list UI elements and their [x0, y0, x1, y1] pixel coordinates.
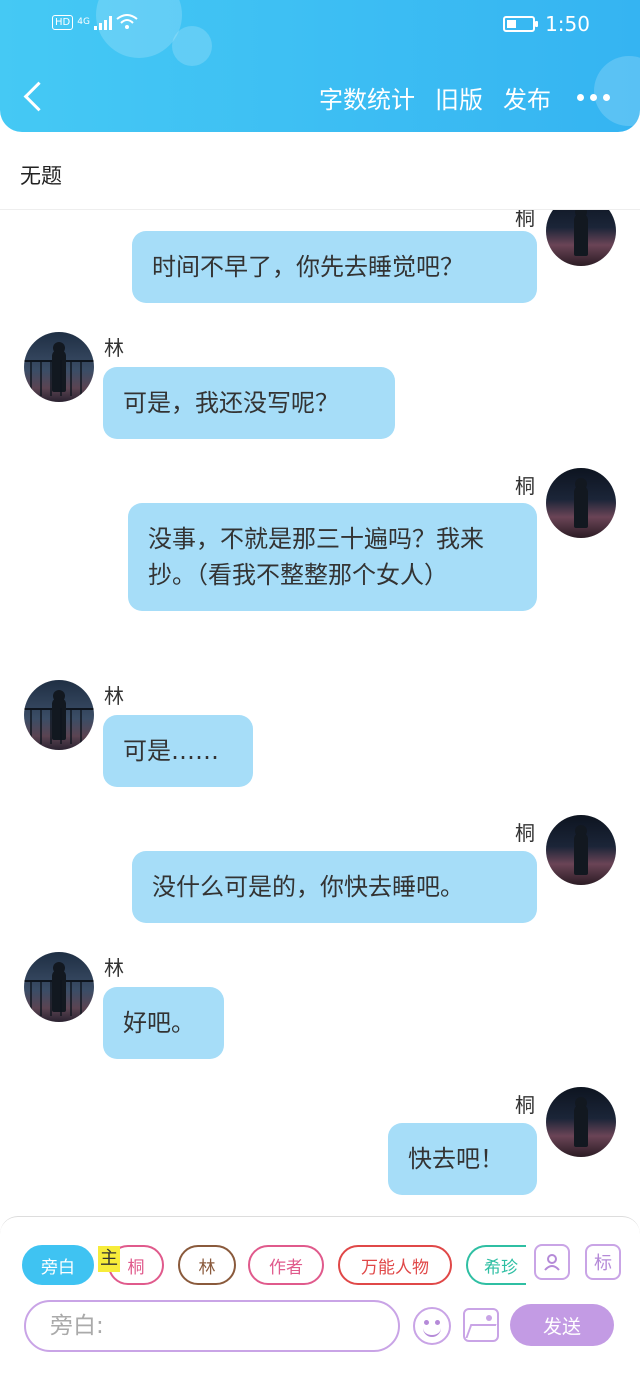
network-badge: HD — [52, 14, 74, 30]
status-bar: HD 4G 1:50 — [0, 8, 640, 40]
sender-name: 桐 — [515, 821, 535, 845]
more-icon[interactable] — [577, 94, 610, 101]
message-bubble[interactable]: 没什么可是的，你快去睡吧。 — [132, 851, 537, 923]
add-role-icon[interactable] — [534, 1244, 570, 1280]
avatar[interactable] — [546, 468, 616, 538]
story-title: 无题 — [20, 164, 62, 188]
sender-name: 桐 — [515, 474, 535, 498]
image-icon[interactable] — [463, 1308, 499, 1342]
avatar[interactable] — [24, 680, 94, 750]
avatar[interactable] — [24, 952, 94, 1022]
main-character-tag: 主 — [98, 1246, 120, 1272]
role-chip-narrator[interactable]: 旁白 — [22, 1245, 94, 1285]
message-input[interactable]: 旁白: — [24, 1300, 400, 1352]
role-chip-xizhen[interactable]: 希珍 — [466, 1245, 526, 1285]
old-version-button[interactable]: 旧版 — [435, 80, 483, 115]
header-actions: 字数统计 旧版 发布 — [319, 80, 610, 115]
battery-icon — [503, 16, 539, 32]
avatar[interactable] — [546, 210, 616, 266]
send-button[interactable]: 发送 — [510, 1304, 614, 1346]
word-count-button[interactable]: 字数统计 — [319, 80, 415, 115]
message-bubble[interactable]: 时间不早了，你先去睡觉吧？ — [132, 231, 537, 303]
app-header: HD 4G 1:50 字数统计 旧版 发布 — [0, 0, 640, 132]
story-title-bar[interactable]: 无题 — [0, 132, 640, 210]
tag-button[interactable]: 标 — [585, 1244, 621, 1280]
message-bubble[interactable]: 快去吧！ — [388, 1123, 537, 1195]
avatar[interactable] — [24, 332, 94, 402]
message-bubble[interactable]: 没事，不就是那三十遍吗？我来抄。（看我不整整那个女人） — [128, 503, 537, 611]
clock: 1:50 — [545, 12, 590, 36]
signal-label: 4G — [77, 16, 90, 27]
back-icon[interactable] — [22, 80, 50, 116]
sender-name: 林 — [104, 684, 124, 708]
chat-area: 桐 时间不早了，你先去睡觉吧？ 林 可是，我还没写呢？ 桐 没事，不就是那三十遍… — [0, 210, 640, 1215]
emoji-icon[interactable] — [413, 1307, 451, 1345]
avatar[interactable] — [546, 1087, 616, 1157]
sender-name: 桐 — [515, 1093, 535, 1117]
avatar[interactable] — [546, 815, 616, 885]
sender-name: 桐 — [515, 210, 535, 230]
wifi-icon — [116, 14, 138, 29]
sender-name: 林 — [104, 956, 124, 980]
role-chip-lin[interactable]: 林 — [178, 1245, 236, 1285]
message-bubble[interactable]: 好吧。 — [103, 987, 224, 1059]
role-chip-author[interactable]: 作者 — [248, 1245, 324, 1285]
sender-name: 林 — [104, 336, 124, 360]
role-chip-universal[interactable]: 万能人物 — [338, 1245, 452, 1285]
message-bubble[interactable]: 可是，我还没写呢？ — [103, 367, 395, 439]
message-bubble[interactable]: 可是…… — [103, 715, 253, 787]
publish-button[interactable]: 发布 — [503, 80, 551, 115]
signal-icon — [93, 14, 112, 30]
